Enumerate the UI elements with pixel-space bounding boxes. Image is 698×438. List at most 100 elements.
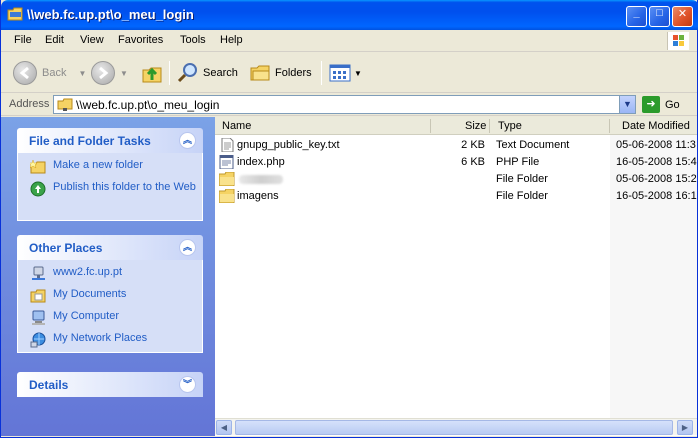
forward-dropdown-icon[interactable]: ▼ xyxy=(120,69,128,78)
views-button[interactable]: ▼ xyxy=(329,59,362,87)
back-dropdown-icon[interactable]: ▼ xyxy=(78,69,86,78)
file-row[interactable]: File Folder 05-06-2008 15:2 xyxy=(215,171,697,188)
folder-icon xyxy=(219,172,235,186)
menu-file[interactable]: File xyxy=(14,34,32,46)
other-places-panel: Other Places ︽ www2.fc.up.pt My Document… xyxy=(17,235,203,353)
file-date: 05-06-2008 11:3 xyxy=(616,139,696,151)
place-label: My Network Places xyxy=(53,332,148,344)
folders-label: Folders xyxy=(275,67,312,79)
scrollbar-thumb[interactable] xyxy=(235,420,673,435)
network-places-icon xyxy=(30,332,46,348)
column-divider[interactable] xyxy=(609,119,610,133)
views-icon xyxy=(329,64,351,82)
back-button[interactable]: Back ▼ xyxy=(13,59,86,87)
place-label: www2.fc.up.pt xyxy=(53,266,123,278)
file-row[interactable]: gnupg_public_key.txt 2 KB Text Document … xyxy=(215,137,697,154)
go-label: Go xyxy=(665,98,680,111)
forward-button[interactable]: ▼ xyxy=(91,59,128,87)
file-name: gnupg_public_key.txt xyxy=(237,139,340,151)
horizontal-scrollbar[interactable]: ◀ ▶ xyxy=(215,418,697,435)
menu-bar: File Edit View Favorites Tools Help xyxy=(1,30,697,52)
collapse-chevron-icon[interactable]: ︽ xyxy=(179,132,196,149)
file-row[interactable]: imagens File Folder 16-05-2008 16:1 xyxy=(215,188,697,205)
address-bar: Address \\web.fc.up.pt\o_meu_login ▼ ➜ G… xyxy=(1,93,697,116)
toolbar-separator xyxy=(169,61,170,85)
place-label: My Computer xyxy=(53,310,120,322)
file-type: Text Document xyxy=(496,139,570,151)
column-size[interactable]: Size xyxy=(465,120,486,132)
column-headers: Name Size Type Date Modified xyxy=(215,117,697,135)
column-divider[interactable] xyxy=(430,119,431,133)
collapse-chevron-icon[interactable]: ︽ xyxy=(179,239,196,256)
views-dropdown-icon[interactable]: ▼ xyxy=(354,69,362,78)
place-label: My Documents xyxy=(53,288,127,300)
task-label: Publish this folder to the Web xyxy=(53,181,196,193)
column-type[interactable]: Type xyxy=(498,120,522,132)
address-input[interactable]: \\web.fc.up.pt\o_meu_login ▼ xyxy=(53,95,636,114)
search-button[interactable]: Search xyxy=(177,59,238,87)
panel-title: File and Folder Tasks xyxy=(29,134,151,148)
column-date-modified[interactable]: Date Modified xyxy=(622,120,690,132)
folder-icon xyxy=(7,7,23,21)
place-www2[interactable]: www2.fc.up.pt xyxy=(18,266,202,284)
up-folder-button[interactable] xyxy=(141,59,163,87)
task-label: Make a new folder xyxy=(53,159,143,171)
menu-edit[interactable]: Edit xyxy=(45,34,64,46)
column-name[interactable]: Name xyxy=(222,120,251,132)
network-drive-icon xyxy=(32,266,45,280)
explorer-window: \\web.fc.up.pt\o_meu_login _ □ ✕ File Ed… xyxy=(0,0,698,438)
scroll-right-icon[interactable]: ▶ xyxy=(677,420,693,435)
close-button[interactable]: ✕ xyxy=(672,6,693,27)
title-bar[interactable]: \\web.fc.up.pt\o_meu_login _ □ ✕ xyxy=(1,0,698,30)
back-arrow-icon xyxy=(13,61,37,85)
expand-chevron-icon[interactable]: ︾ xyxy=(179,376,196,393)
toolbar-separator xyxy=(321,61,322,85)
file-list: Name Size Type Date Modified gnupg_publi… xyxy=(215,117,697,436)
file-folder-tasks-header[interactable]: File and Folder Tasks ︽ xyxy=(17,128,203,153)
scroll-left-icon[interactable]: ◀ xyxy=(216,420,232,435)
place-my-documents[interactable]: My Documents xyxy=(18,288,202,306)
address-dropdown-icon[interactable]: ▼ xyxy=(619,96,635,113)
windows-logo-icon xyxy=(667,32,689,50)
place-my-network-places[interactable]: My Network Places xyxy=(18,332,202,350)
panel-title: Other Places xyxy=(29,241,103,255)
file-type: PHP File xyxy=(496,156,540,168)
task-make-new-folder[interactable]: Make a new folder xyxy=(18,159,202,177)
column-divider[interactable] xyxy=(489,119,490,133)
go-arrow-icon: ➜ xyxy=(642,96,660,113)
window-title: \\web.fc.up.pt\o_meu_login xyxy=(27,7,194,22)
details-panel: Details ︾ xyxy=(17,372,203,397)
file-name: index.php xyxy=(237,156,285,168)
forward-arrow-icon xyxy=(91,61,115,85)
folder-icon xyxy=(219,189,235,203)
menu-tools[interactable]: Tools xyxy=(180,34,206,46)
text-file-icon xyxy=(221,138,234,152)
php-file-icon xyxy=(219,155,234,169)
place-my-computer[interactable]: My Computer xyxy=(18,310,202,328)
file-row[interactable]: index.php 6 KB PHP File 16-05-2008 15:4 xyxy=(215,154,697,171)
my-documents-icon xyxy=(30,289,46,303)
file-date: 16-05-2008 15:4 xyxy=(616,156,697,168)
toolbar: Back ▼ ▼ Search Folders ▼ xyxy=(1,53,697,93)
go-button[interactable]: ➜ Go xyxy=(642,96,680,113)
panel-title: Details xyxy=(29,378,69,392)
menu-help[interactable]: Help xyxy=(220,34,243,46)
menu-view[interactable]: View xyxy=(80,34,104,46)
folders-icon xyxy=(250,65,270,81)
publish-web-icon xyxy=(30,181,46,197)
task-publish-folder[interactable]: Publish this folder to the Web xyxy=(18,181,202,199)
file-date: 16-05-2008 16:1 xyxy=(616,190,697,202)
menu-favorites[interactable]: Favorites xyxy=(118,34,163,46)
file-type: File Folder xyxy=(496,173,548,185)
maximize-button[interactable]: □ xyxy=(649,6,670,27)
network-folder-icon xyxy=(57,98,73,111)
other-places-header[interactable]: Other Places ︽ xyxy=(17,235,203,260)
details-header[interactable]: Details ︾ xyxy=(17,372,203,397)
minimize-button[interactable]: _ xyxy=(626,6,647,27)
back-label: Back xyxy=(42,67,67,79)
file-date: 05-06-2008 15:2 xyxy=(616,173,697,185)
search-icon xyxy=(177,63,197,83)
task-pane: File and Folder Tasks ︽ Make a new folde… xyxy=(1,117,215,436)
file-size: 6 KB xyxy=(461,156,485,168)
folders-button[interactable]: Folders xyxy=(249,59,312,87)
